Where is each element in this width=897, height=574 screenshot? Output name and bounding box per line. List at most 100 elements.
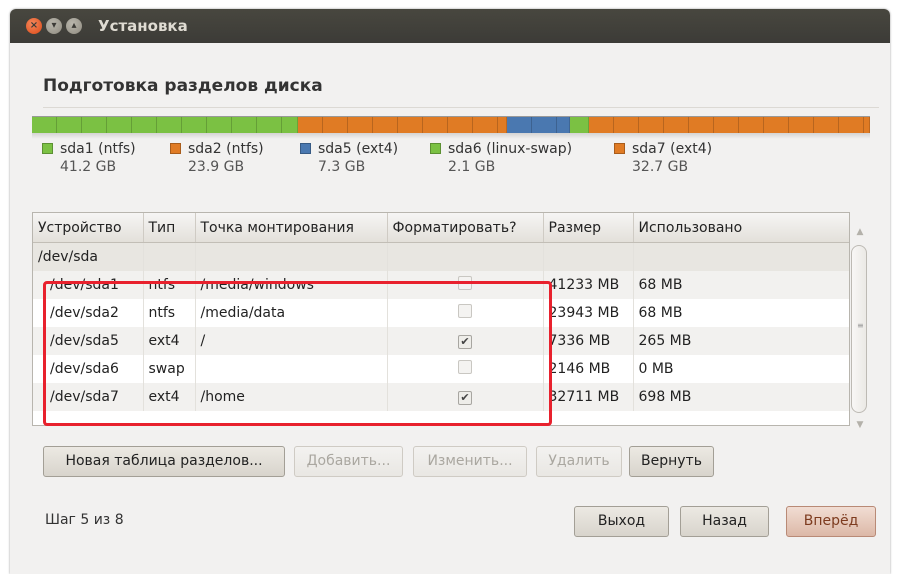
legend-swatch	[170, 143, 181, 154]
format-cell: ✔	[387, 383, 544, 411]
legend-size: 41.2 GB	[60, 159, 117, 175]
scroll-up-icon[interactable]: ▲	[855, 227, 865, 237]
table-row[interactable]: /dev/sda7 ext4/home ✔ 32711 MB 698 MB	[33, 383, 849, 411]
table-row[interactable]: /dev/sda1 ntfs/media/windows 41233 MB 68 MB	[33, 271, 849, 299]
type-cell: ntfs	[143, 271, 196, 299]
column-header[interactable]: Тип	[143, 213, 196, 243]
legend-name: sda1 (ntfs)	[60, 141, 136, 157]
used-cell: 265 MB	[633, 327, 849, 355]
step-indicator: Шаг 5 из 8	[45, 512, 124, 528]
heading-divider	[43, 107, 879, 108]
size-cell: 23943 MB	[543, 299, 634, 327]
forward-button[interactable]: Вперёд	[786, 506, 876, 537]
table-row[interactable]: /dev/sda6 swap 2146 MB 0 MB	[33, 355, 849, 383]
legend-item: sda5 (ext4) 7.3 GB	[300, 141, 398, 175]
format-checkbox[interactable]	[458, 276, 472, 290]
legend-name: sda7 (ext4)	[632, 141, 713, 157]
quit-button[interactable]: Выход	[574, 506, 669, 537]
format-cell	[387, 271, 544, 299]
partition-segment	[32, 117, 298, 133]
device-cell: /dev/sda6	[33, 355, 144, 383]
legend-swatch	[42, 143, 53, 154]
legend-swatch	[614, 143, 625, 154]
legend-size: 23.9 GB	[188, 159, 245, 175]
scrollbar-thumb[interactable]: ≡	[851, 245, 867, 413]
minimize-icon: ▾	[51, 20, 57, 31]
format-checkbox[interactable]: ✔	[458, 335, 472, 349]
used-cell: 698 MB	[633, 383, 849, 411]
format-checkbox[interactable]: ✔	[458, 391, 472, 405]
size-cell: 2146 MB	[543, 355, 634, 383]
table-row[interactable]: /dev/sda5 ext4/ ✔ 7336 MB 265 MB	[33, 327, 849, 355]
mount-cell: /media/windows	[195, 271, 388, 299]
legend-name: sda5 (ext4)	[318, 141, 399, 157]
partition-segment	[298, 117, 507, 133]
format-checkbox[interactable]	[458, 360, 472, 374]
type-cell: swap	[143, 355, 196, 383]
column-header[interactable]: Точка монтирования	[195, 213, 388, 243]
column-header[interactable]: Размер	[543, 213, 634, 243]
legend-size: 32.7 GB	[632, 159, 689, 175]
new-partition-table-button[interactable]: Новая таблица разделов...	[43, 446, 285, 477]
legend-name: sda2 (ntfs)	[188, 141, 264, 157]
window-title: Установка	[98, 17, 188, 35]
type-cell: ntfs	[143, 299, 196, 327]
legend-swatch	[300, 143, 311, 154]
table-scrollbar[interactable]: ▲ ≡ ▼	[850, 212, 870, 430]
size-cell: 7336 MB	[543, 327, 634, 355]
mount-cell: /media/data	[195, 299, 388, 327]
scroll-down-icon[interactable]: ▼	[855, 420, 865, 430]
device-cell: /dev/sda2	[33, 299, 144, 327]
partition-bar	[32, 116, 870, 134]
revert-button[interactable]: Вернуть	[629, 446, 714, 477]
add-button[interactable]: Добавить...	[294, 446, 403, 477]
minimize-window-button[interactable]: ▾	[46, 18, 62, 34]
close-window-button[interactable]: ×	[26, 18, 42, 34]
partition-segment	[507, 117, 570, 133]
format-checkbox[interactable]	[458, 304, 472, 318]
used-cell: 68 MB	[633, 299, 849, 327]
partition-segment	[570, 117, 589, 133]
table-header: Устройство Тип Точка монтирования Форматиро…	[33, 213, 849, 243]
format-cell: ✔	[387, 327, 544, 355]
delete-button[interactable]: Удалить	[536, 446, 622, 477]
legend-item: sda7 (ext4) 32.7 GB	[614, 141, 712, 175]
format-cell	[387, 299, 544, 327]
device-cell: /dev/sda7	[33, 383, 144, 411]
table-row[interactable]: /dev/sda2 ntfs/media/data 23943 MB 68 MB	[33, 299, 849, 327]
legend-item: sda6 (linux-swap) 2.1 GB	[430, 141, 572, 175]
size-cell: 41233 MB	[543, 271, 634, 299]
column-header[interactable]: Устройство	[33, 213, 144, 243]
table-row-parent[interactable]: /dev/sda	[33, 242, 849, 271]
change-button[interactable]: Изменить...	[413, 446, 527, 477]
legend-size: 7.3 GB	[318, 159, 366, 175]
close-icon: ×	[29, 20, 39, 31]
mount-cell: /home	[195, 383, 388, 411]
column-header[interactable]: Форматировать?	[387, 213, 544, 243]
mount-cell: /	[195, 327, 388, 355]
type-cell: ext4	[143, 327, 196, 355]
partition-segment	[589, 117, 870, 133]
maximize-window-button[interactable]: ▴	[66, 18, 82, 34]
format-cell	[387, 355, 544, 383]
parent-device-cell: /dev/sda	[33, 242, 144, 271]
size-cell: 32711 MB	[543, 383, 634, 411]
device-cell: /dev/sda5	[33, 327, 144, 355]
used-cell: 68 MB	[633, 271, 849, 299]
back-button[interactable]: Назад	[680, 506, 769, 537]
mount-cell	[195, 355, 388, 383]
title-bar: × ▾ ▴ Установка	[10, 9, 890, 43]
device-cell: /dev/sda1	[33, 271, 144, 299]
partition-table[interactable]: Устройство Тип Точка монтирования Форматиро…	[32, 212, 850, 426]
grip-icon: ≡	[857, 321, 864, 330]
legend-item: sda2 (ntfs) 23.9 GB	[170, 141, 264, 175]
legend-item: sda1 (ntfs) 41.2 GB	[42, 141, 136, 175]
type-cell: ext4	[143, 383, 196, 411]
page-heading: Подготовка разделов диска	[43, 76, 323, 96]
legend-swatch	[430, 143, 441, 154]
legend-size: 2.1 GB	[448, 159, 496, 175]
column-header[interactable]: Использовано	[633, 213, 849, 243]
maximize-icon: ▴	[71, 20, 77, 31]
used-cell: 0 MB	[633, 355, 849, 383]
partition-bar-reflection	[32, 133, 870, 139]
